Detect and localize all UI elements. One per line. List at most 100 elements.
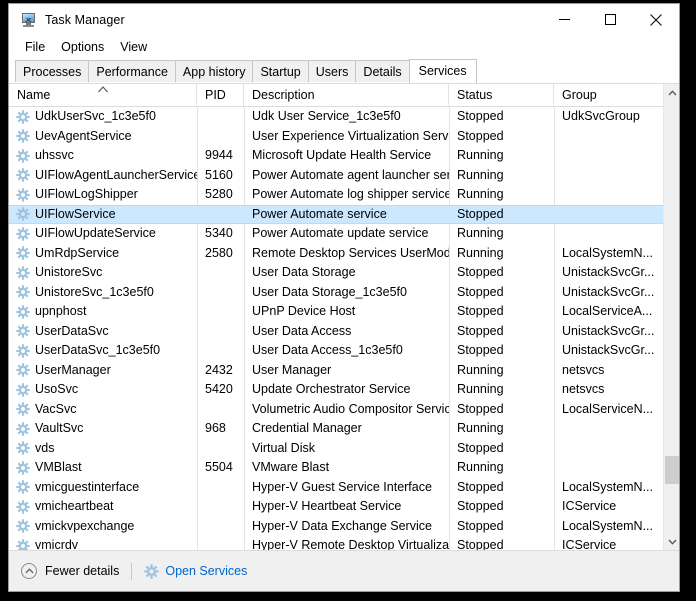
table-row[interactable]: UIFlowService Power Automate service Stopp… xyxy=(9,204,663,224)
cell-description: VMware Blast xyxy=(252,460,330,475)
cell-service-name: UserDataSvc_1c3e5f0 xyxy=(9,341,197,360)
cell-service-name: VMBlast xyxy=(9,458,197,477)
cell-group: LocalSystemN... xyxy=(562,518,654,533)
tab-users[interactable]: Users xyxy=(307,60,357,83)
scrollbar-up-button[interactable] xyxy=(664,84,679,101)
table-row[interactable]: vds Virtual Disk Stopped xyxy=(9,439,663,459)
menu-options[interactable]: Options xyxy=(54,37,111,57)
fewer-details-button[interactable]: Fewer details xyxy=(21,563,119,579)
cell-service-name: VacSvc xyxy=(9,400,197,419)
table-row[interactable]: VMBlast 5504 VMware Blast Running xyxy=(9,458,663,478)
cell-service-name: UIFlowLogShipper xyxy=(9,185,197,204)
service-gear-icon xyxy=(16,110,30,124)
cell-status: Stopped xyxy=(457,479,504,494)
tab-details[interactable]: Details xyxy=(355,60,410,83)
cell-status: Stopped xyxy=(457,499,504,514)
cell-status: Running xyxy=(457,148,504,163)
column-header-description[interactable]: Description xyxy=(244,84,449,106)
table-row[interactable]: UserDataSvc User Data Access Stopped Unista… xyxy=(9,322,663,342)
tab-app-history[interactable]: App history xyxy=(174,60,254,83)
cell-group: LocalSystemN... xyxy=(562,479,654,494)
table-row[interactable]: vmicguestinterface Hyper-V Guest Service … xyxy=(9,478,663,498)
table-row[interactable]: UevAgentService User Experience Virtualiz… xyxy=(9,127,663,147)
menu-view[interactable]: View xyxy=(113,37,154,57)
chevron-down-icon xyxy=(668,539,676,545)
open-services-link[interactable]: Open Services xyxy=(144,564,247,579)
service-name-label: uhssvc xyxy=(35,148,74,163)
table-row[interactable]: UIFlowUpdateService 5340 Power Automate up… xyxy=(9,224,663,244)
title-bar: Task Manager xyxy=(9,4,679,35)
cell-service-name: UIFlowAgentLauncherService xyxy=(9,166,197,185)
service-name-label: upnphost xyxy=(35,304,87,319)
service-gear-icon xyxy=(16,441,30,455)
table-row[interactable]: vmickvpexchange Hyper-V Data Exchange Ser… xyxy=(9,517,663,537)
service-name-label: VMBlast xyxy=(35,460,82,475)
cell-group: UnistackSvcGr... xyxy=(562,284,655,299)
status-bar-divider xyxy=(131,562,133,580)
table-row[interactable]: vmicrdv Hyper-V Remote Desktop Virtualiza… xyxy=(9,536,663,550)
cell-service-name: vds xyxy=(9,439,197,458)
table-row[interactable]: uhssvc 9944 Microsoft Update Health Servic… xyxy=(9,146,663,166)
table-header-row: Name PID Description Status Group xyxy=(9,84,663,107)
table-row[interactable]: UdkUserSvc_1c3e5f0 Udk User Service_1c3e5… xyxy=(9,107,663,127)
table-row[interactable]: UsoSvc 5420 Update Orchestrator Service Run… xyxy=(9,380,663,400)
cell-group: LocalSystemN... xyxy=(562,245,654,260)
cell-service-name: vmicguestinterface xyxy=(9,478,197,497)
cell-group: UdkSvcGroup xyxy=(562,109,640,124)
service-name-label: UIFlowService xyxy=(35,206,116,221)
sort-ascending-icon xyxy=(97,86,108,93)
tab-startup[interactable]: Startup xyxy=(252,60,309,83)
service-name-label: VacSvc xyxy=(35,401,77,416)
cell-description: Microsoft Update Health Service xyxy=(252,148,432,163)
cell-description: Power Automate log shipper service xyxy=(252,187,449,202)
task-manager-icon xyxy=(20,12,37,28)
cell-status: Stopped xyxy=(457,401,504,416)
service-name-label: VaultSvc xyxy=(35,421,84,436)
vertical-scrollbar[interactable] xyxy=(663,84,679,550)
table-row[interactable]: UnistoreSvc_1c3e5f0 User Data Storage_1c3… xyxy=(9,283,663,303)
table-row[interactable]: UnistoreSvc User Data Storage Stopped Unist… xyxy=(9,263,663,283)
service-name-label: UnistoreSvc xyxy=(35,265,103,280)
table-row[interactable]: vmicheartbeat Hyper-V Heartbeat Service St… xyxy=(9,497,663,517)
table-row[interactable]: UserDataSvc_1c3e5f0 User Data Access_1c3e… xyxy=(9,341,663,361)
table-row[interactable]: VacSvc Volumetric Audio Compositor Servic… xyxy=(9,400,663,420)
table-row[interactable]: upnphost UPnP Device Host Stopped LocalServ… xyxy=(9,302,663,322)
close-button[interactable] xyxy=(633,4,679,35)
tab-services[interactable]: Services xyxy=(408,59,477,83)
cell-group: UnistackSvcGr... xyxy=(562,343,655,358)
service-gear-icon xyxy=(16,402,30,416)
window-controls xyxy=(541,4,679,35)
table-body: UdkUserSvc_1c3e5f0 Udk User Service_1c3e5… xyxy=(9,107,663,550)
cell-service-name: uhssvc xyxy=(9,146,197,165)
service-gear-icon xyxy=(16,500,30,514)
column-header-group[interactable]: Group xyxy=(554,84,659,106)
cell-service-name: vmicheartbeat xyxy=(9,497,197,516)
tab-performance[interactable]: Performance xyxy=(88,60,176,83)
menu-file[interactable]: File xyxy=(18,37,52,57)
cell-service-name: vmickvpexchange xyxy=(9,517,197,536)
tab-processes[interactable]: Processes xyxy=(15,60,90,83)
table-row[interactable]: VaultSvc 968 Credential Manager Running xyxy=(9,419,663,439)
service-gear-icon xyxy=(16,188,30,202)
column-header-name[interactable]: Name xyxy=(9,84,197,106)
service-gear-icon xyxy=(16,305,30,319)
column-header-pid[interactable]: PID xyxy=(197,84,244,106)
cell-service-name: UIFlowUpdateService xyxy=(9,224,197,243)
cell-description: Remote Desktop Services UserMode ... xyxy=(252,245,449,260)
service-gear-icon xyxy=(16,227,30,241)
table-row[interactable]: UmRdpService 2580 Remote Desktop Services … xyxy=(9,244,663,264)
minimize-button[interactable] xyxy=(541,4,587,35)
table-row[interactable]: UserManager 2432 User Manager Running netsvc… xyxy=(9,361,663,381)
table-row[interactable]: UIFlowLogShipper 5280 Power Automate log s… xyxy=(9,185,663,205)
cell-description: Credential Manager xyxy=(252,421,362,436)
service-name-label: UevAgentService xyxy=(35,128,132,143)
column-header-status[interactable]: Status xyxy=(449,84,554,106)
maximize-button[interactable] xyxy=(587,4,633,35)
scrollbar-thumb[interactable] xyxy=(665,456,679,485)
scrollbar-down-button[interactable] xyxy=(664,533,679,550)
cell-status: Stopped xyxy=(457,538,504,550)
table-row[interactable]: UIFlowAgentLauncherService 5160 Power Auto… xyxy=(9,166,663,186)
column-header-name-label: Name xyxy=(17,88,51,102)
service-name-label: UmRdpService xyxy=(35,245,120,260)
service-name-label: UsoSvc xyxy=(35,382,79,397)
